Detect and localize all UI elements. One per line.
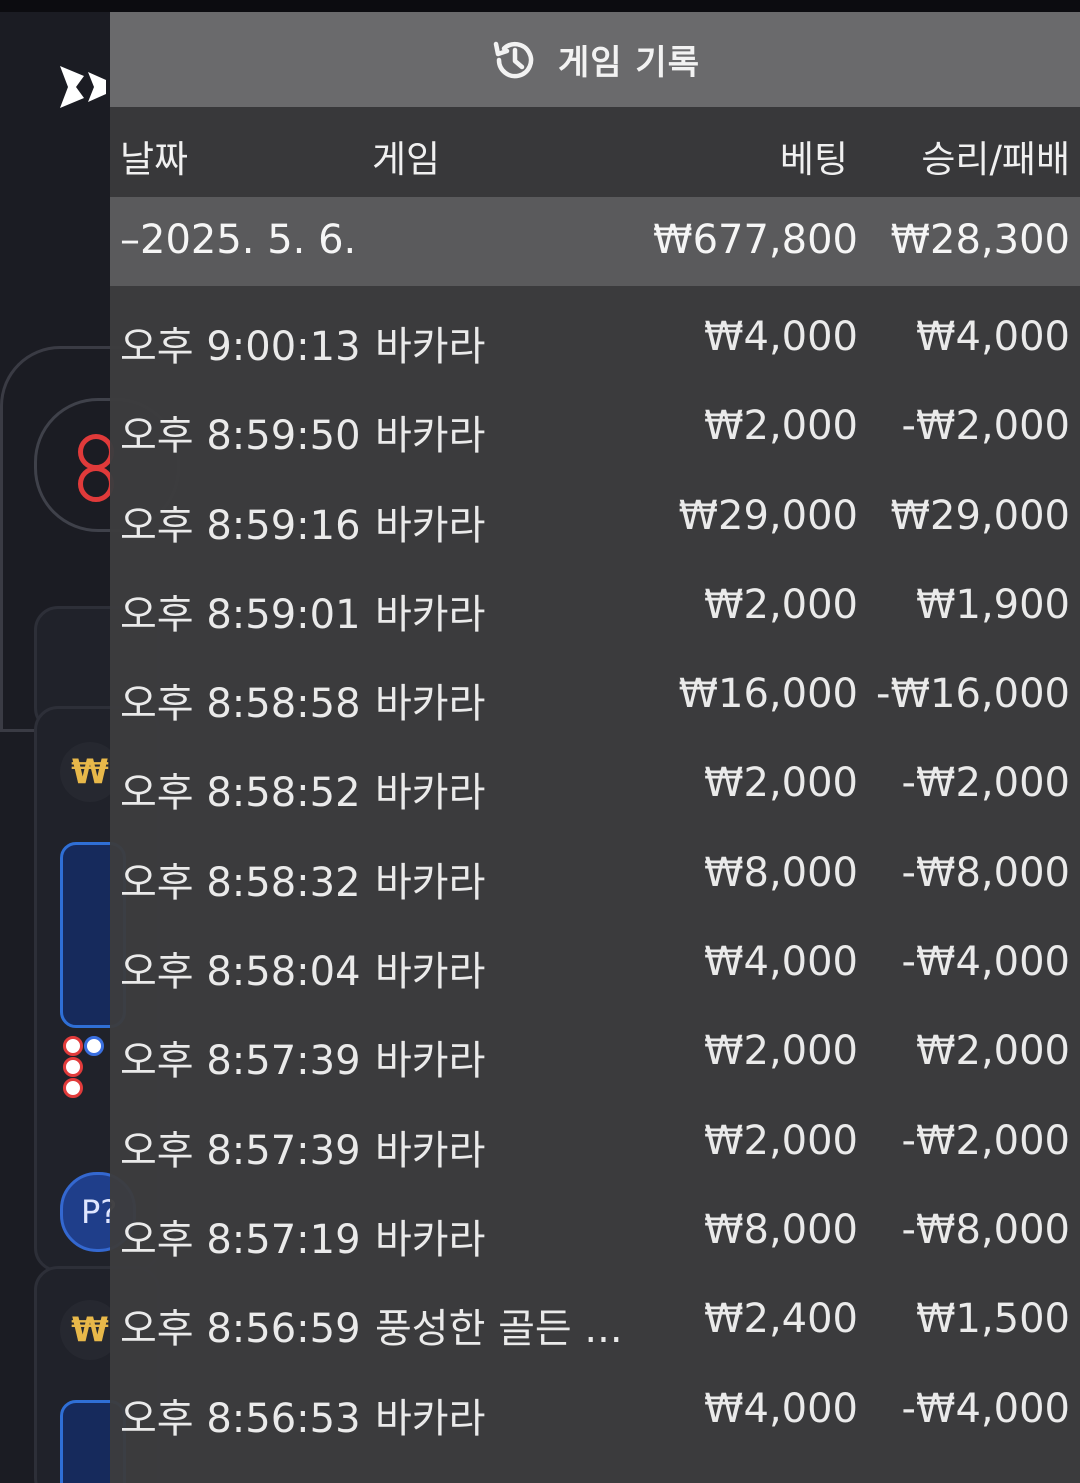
row-bet: ₩4,000 [703,1385,858,1432]
row-bet: ₩4,000 [703,939,858,986]
group-total-bet: ₩677,800 [653,217,858,263]
screen: ₩ P? ₩ 게임 기록 날짜 게임 베팅 승리/패배 –2025. 5. 6.… [0,0,1080,1483]
history-row[interactable]: 오후 8:56:59 풍성한 골든 ... ₩2,400 ₩1,500 [110,1268,1080,1357]
date-group-summary[interactable]: –2025. 5. 6. ₩677,800 ₩28,300 [110,197,1080,286]
row-game: 바카라 [375,591,486,638]
panel-title: 게임 기록 [558,43,700,83]
row-game: 바카라 [375,413,486,460]
row-time: 오후 8:56:59 [120,1306,361,1353]
row-game: 바카라 [375,681,486,728]
row-result: ₩1,500 [915,1296,1070,1343]
row-bet: ₩16,000 [678,671,858,718]
bead-icon [84,1036,104,1056]
row-game: 바카라 [375,1038,486,1085]
row-bet: ₩2,000 [703,760,858,807]
column-headers: 날짜 게임 베팅 승리/패배 [110,107,1080,197]
row-result: ₩1,900 [915,581,1070,628]
history-row[interactable]: 오후 8:59:16 바카라 ₩29,000 ₩29,000 [110,465,1080,554]
history-row[interactable]: 오후 8:58:52 바카라 ₩2,000 -₩2,000 [110,732,1080,821]
history-row[interactable]: 오후 8:57:39 바카라 ₩2,000 -₩2,000 [110,1090,1080,1179]
row-game: 바카라 [375,770,486,817]
bead-icon [63,1036,83,1056]
row-result: -₩8,000 [901,1206,1071,1253]
row-result: ₩2,000 [915,1028,1070,1075]
row-time: 오후 8:58:04 [120,949,361,996]
row-time: 오후 8:58:32 [120,859,361,906]
row-bet: ₩8,000 [703,849,858,896]
row-bet: ₩8,000 [703,1206,858,1253]
row-game: 바카라 [375,949,486,996]
row-time: 오후 9:00:13 [120,324,361,370]
column-date: 날짜 [120,138,189,181]
row-bet: ₩2,000 [703,581,858,628]
column-game: 게임 [372,138,441,181]
top-bar [0,0,1080,12]
row-time: 오후 8:59:16 [120,502,361,549]
row-result: ₩29,000 [890,492,1070,539]
row-result: -₩2,000 [901,760,1071,807]
row-time: 오후 8:59:01 [120,591,361,638]
history-row[interactable]: 오후 8:56:53 바카라 ₩4,000 -₩4,000 [110,1358,1080,1447]
row-game: 바카라 [375,324,486,370]
history-row[interactable]: 오후 8:58:32 바카라 ₩8,000 -₩8,000 [110,822,1080,911]
row-time: 오후 8:57:39 [120,1127,361,1174]
row-time: 오후 8:57:39 [120,1038,361,1085]
row-game: 바카라 [375,1395,486,1442]
row-time: 오후 8:58:58 [120,681,361,728]
row-game: 바카라 [375,1127,486,1174]
row-game: 바카라 [375,859,486,906]
row-result: -₩4,000 [901,939,1071,986]
row-time: 오후 8:58:52 [120,770,361,817]
row-result: -₩2,000 [901,1117,1071,1164]
row-bet: ₩29,000 [678,492,858,539]
row-game: 풍성한 골든 ... [375,1306,623,1353]
history-row[interactable]: 오후 8:57:19 바카라 ₩8,000 -₩8,000 [110,1179,1080,1268]
row-result: -₩16,000 [876,671,1070,718]
panel-header: 게임 기록 [110,12,1080,107]
group-total-result: ₩28,300 [890,217,1070,263]
row-bet: ₩2,000 [703,1028,858,1075]
row-bet: ₩2,400 [703,1296,858,1343]
history-row[interactable]: 오후 8:57:39 바카라 ₩2,000 ₩2,000 [110,1000,1080,1089]
column-result: 승리/패배 [921,138,1070,181]
row-result: ₩4,000 [915,314,1070,360]
history-icon [493,41,534,78]
history-row[interactable]: 오후 8:58:58 바카라 ₩16,000 -₩16,000 [110,643,1080,732]
history-row[interactable]: 오후 8:59:01 바카라 ₩2,000 ₩1,900 [110,554,1080,643]
row-result: -₩4,000 [901,1385,1071,1432]
column-bet: 베팅 [779,138,848,181]
row-time: 오후 8:57:19 [120,1216,361,1263]
history-row[interactable]: 오후 8:59:50 바카라 ₩2,000 -₩2,000 [110,375,1080,464]
bead-icon [63,1078,83,1098]
history-list: 오후 9:00:13 바카라 ₩4,000 ₩4,000 오후 8:59:50 바카라 ₩2… [110,286,1080,1447]
row-bet: ₩4,000 [703,314,858,360]
row-game: 바카라 [375,1216,486,1263]
row-bet: ₩2,000 [703,1117,858,1164]
row-game: 바카라 [375,502,486,549]
history-row[interactable]: 오후 8:58:04 바카라 ₩4,000 -₩4,000 [110,911,1080,1000]
brand-logo-icon [60,66,106,108]
row-result: -₩2,000 [901,403,1071,450]
row-time: 오후 8:59:50 [120,413,361,460]
red-ring-icon [78,466,114,502]
row-time: 오후 8:56:53 [120,1395,361,1442]
row-result: -₩8,000 [901,849,1071,896]
history-row[interactable]: 오후 9:00:13 바카라 ₩4,000 ₩4,000 [110,286,1080,375]
bead-icon [63,1057,83,1077]
red-ring-icon [78,434,114,470]
game-history-panel: 게임 기록 날짜 게임 베팅 승리/패배 –2025. 5. 6. ₩677,8… [110,12,1080,1483]
row-bet: ₩2,000 [703,403,858,450]
group-date: –2025. 5. 6. [120,217,357,263]
